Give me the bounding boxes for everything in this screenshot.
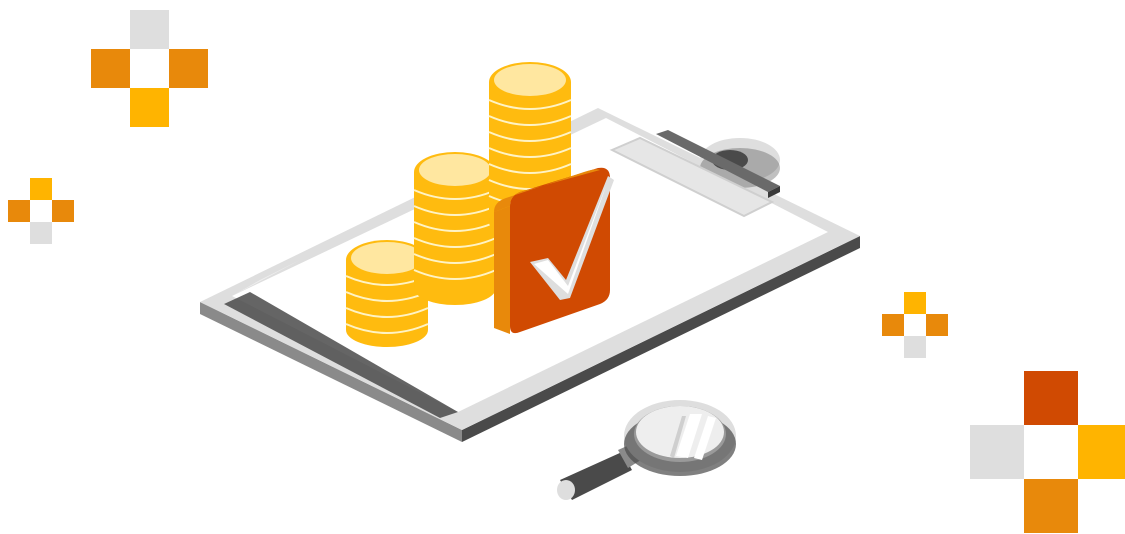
pixel-cross-top-left xyxy=(91,10,208,127)
pixel-cross-small-right xyxy=(882,292,948,358)
illustration-canvas xyxy=(8,10,1125,533)
pixel-cross-small-left xyxy=(8,178,74,244)
pixel-cross-bottom-right xyxy=(970,371,1125,533)
coin-stack-middle xyxy=(413,152,497,305)
magnifying-glass-icon xyxy=(557,400,736,500)
